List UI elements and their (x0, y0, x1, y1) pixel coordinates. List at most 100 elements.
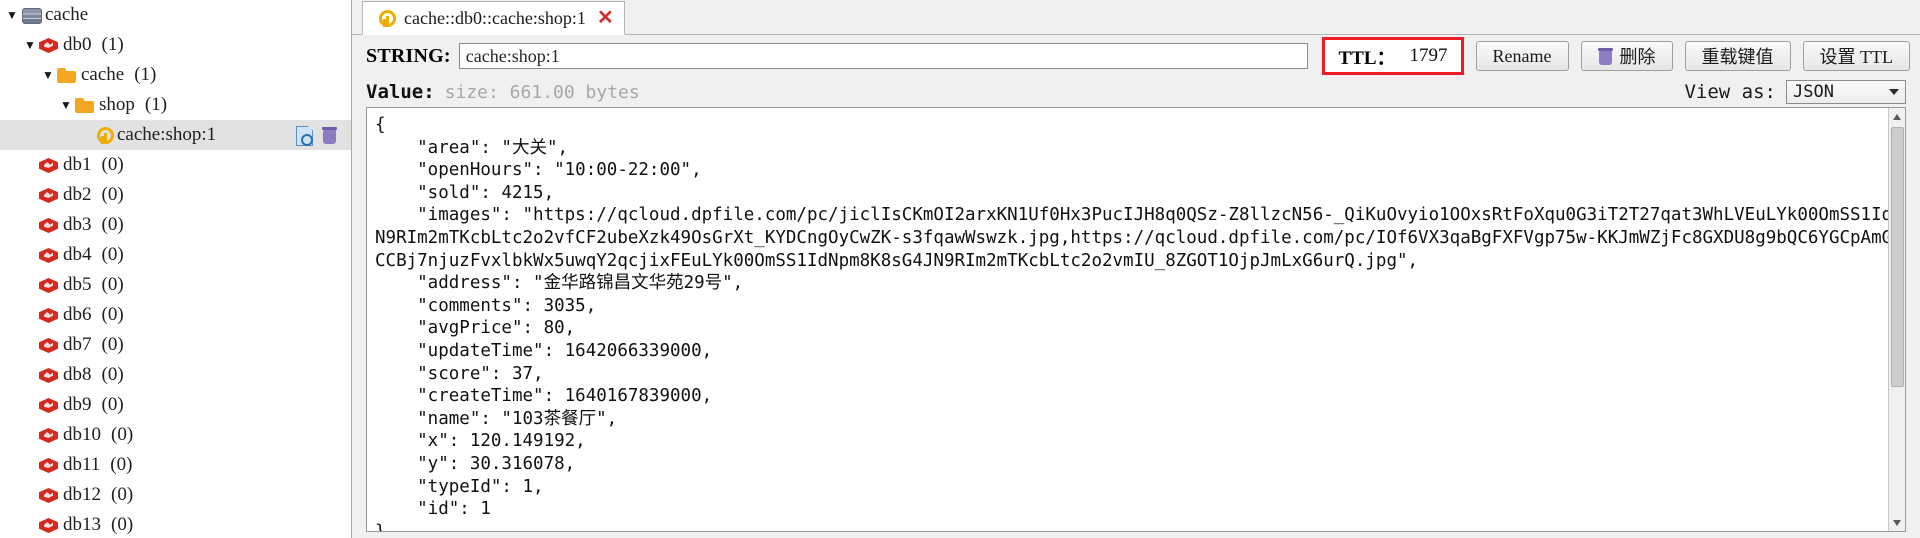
tree-item-shop[interactable]: ▼ shop (1) (0, 90, 351, 120)
tree-item-db2[interactable]: db2 (0) (0, 180, 351, 210)
tree-item-label: db4 (63, 244, 92, 265)
tree-item-label: db1 (63, 154, 92, 175)
tree-item-label: db8 (63, 364, 92, 385)
redis-db-icon (38, 275, 60, 295)
tree-item-cache[interactable]: ▼ cache (1) (0, 60, 351, 90)
tree-item-db1[interactable]: db1 (0) (0, 150, 351, 180)
tree-item-db9[interactable]: db9 (0) (0, 390, 351, 420)
tree-item-label: db13 (63, 514, 101, 535)
tree-item-count: (0) (101, 394, 124, 415)
tree-item-count: (0) (111, 484, 134, 505)
scrollbar-thumb[interactable] (1890, 127, 1904, 387)
disclosure-triangle-icon[interactable]: ▼ (22, 39, 38, 51)
disclosure-triangle-icon[interactable]: ▼ (4, 9, 20, 21)
copy-key-icon[interactable] (295, 125, 313, 146)
tree-item-label: db3 (63, 214, 92, 235)
key-action-buttons: Rename 删除 重载键值 设置 TTL (1464, 41, 1910, 71)
tab-label: cache::db0::cache:shop:1 (404, 7, 586, 28)
tree-row-actions (295, 125, 351, 146)
key-action-button-1[interactable]: 删除 (1580, 41, 1673, 71)
view-as-label: View as: (1684, 81, 1776, 103)
close-icon[interactable]: ✕ (597, 8, 614, 28)
tree-item-db4[interactable]: db4 (0) (0, 240, 351, 270)
value-size-text: size: 661.00 bytes (444, 81, 640, 103)
tree-item-db13[interactable]: db13 (0) (0, 510, 351, 538)
ttl-label: TTL： (1338, 47, 1396, 69)
key-action-button-label: 设置 TTL (1819, 47, 1894, 67)
disclosure-triangle-icon[interactable]: ▼ (40, 69, 56, 81)
tree-item-label: db0 (63, 34, 92, 55)
redis-db-icon (38, 485, 60, 505)
tree-item-count: (1) (101, 34, 124, 55)
tree-item-count: (0) (111, 424, 134, 445)
json-value-text[interactable]: { "area": "大关", "openHours": "10:00-22:0… (367, 108, 1888, 531)
tree-item-db0[interactable]: ▼ db0 (1) (0, 30, 351, 60)
disclosure-triangle-icon[interactable]: ▼ (58, 99, 74, 111)
tree-item-cache-shop-1[interactable]: cache:shop:1 (0, 120, 351, 150)
tree-item-db11[interactable]: db11 (0) (0, 450, 351, 480)
redis-db-icon (38, 305, 60, 325)
redis-db-icon (38, 455, 60, 475)
scroll-down-icon[interactable] (1888, 514, 1905, 531)
tree-item-count: (0) (101, 184, 124, 205)
folder-icon (74, 95, 96, 115)
key-tree-sidebar[interactable]: ▼ cache ▼ db0 (1) ▼ cache (1) ▼ shop (1) cache:shop… (0, 0, 352, 538)
tree-item-db12[interactable]: db12 (0) (0, 480, 351, 510)
tree-item-label: db9 (63, 394, 92, 415)
redis-db-icon (38, 335, 60, 355)
tree-item-label: cache (45, 4, 89, 25)
redis-db-icon (38, 215, 60, 235)
tree-item-label: cache:shop:1 (117, 124, 217, 145)
key-type-label: STRING: (366, 44, 451, 67)
tree-item-db10[interactable]: db10 (0) (0, 420, 351, 450)
key-action-button-label: 删除 (1619, 47, 1656, 67)
tree-item-label: cache (81, 64, 125, 85)
tree-item-db6[interactable]: db6 (0) (0, 300, 351, 330)
tree-item-count: (0) (110, 454, 133, 475)
tree-item-count: (0) (101, 214, 124, 235)
redis-db-icon (38, 425, 60, 445)
tree-item-db8[interactable]: db8 (0) (0, 360, 351, 390)
key-action-button-2[interactable]: 重载键值 (1684, 41, 1791, 71)
tree-item-cache[interactable]: ▼ cache (0, 0, 351, 30)
tree-item-count: (0) (101, 364, 124, 385)
tab-key-editor[interactable]: cache::db0::cache:shop:1 ✕ (362, 1, 625, 35)
main-panel: cache::db0::cache:shop:1 ✕ STRING: cache:… (352, 0, 1920, 538)
tree-item-count: (0) (101, 304, 124, 325)
tree-item-label: db6 (63, 304, 92, 325)
view-as-selected-value: JSON (1793, 82, 1834, 102)
key-icon (374, 8, 396, 28)
tab-strip: cache::db0::cache:shop:1 ✕ (352, 0, 1920, 35)
tree-item-count: (0) (101, 244, 124, 265)
tree-item-count: (1) (144, 94, 168, 115)
redis-db-icon (38, 185, 60, 205)
key-icon (92, 125, 114, 145)
tree-item-db5[interactable]: db5 (0) (0, 270, 351, 300)
key-action-button-3[interactable]: 设置 TTL (1802, 41, 1910, 71)
value-viewer: { "area": "大关", "openHours": "10:00-22:0… (366, 107, 1906, 532)
key-tree: ▼ cache ▼ db0 (1) ▼ cache (1) ▼ shop (1) cache:shop… (0, 0, 351, 538)
redis-db-icon (38, 365, 60, 385)
redis-client-window: ▼ cache ▼ db0 (1) ▼ cache (1) ▼ shop (1) cache:shop… (0, 0, 1920, 538)
scroll-up-icon[interactable] (1888, 108, 1905, 125)
tree-item-count: (0) (101, 334, 124, 355)
tree-item-label: shop (99, 94, 135, 115)
tree-item-label: db5 (63, 274, 92, 295)
tree-item-db3[interactable]: db3 (0) (0, 210, 351, 240)
value-vertical-scrollbar[interactable] (1888, 108, 1905, 531)
value-label: Value: (366, 81, 435, 103)
redis-db-icon (38, 245, 60, 265)
tree-item-label: db7 (63, 334, 92, 355)
key-action-button-label: 重载键值 (1701, 47, 1774, 67)
redis-db-icon (38, 515, 60, 535)
view-as-select[interactable]: JSON (1786, 80, 1906, 104)
key-name-input[interactable]: cache:shop:1 (458, 43, 1309, 69)
server-icon (20, 5, 42, 25)
redis-db-icon (38, 155, 60, 175)
folder-icon (56, 65, 78, 85)
tree-item-count: (1) (134, 64, 157, 85)
tree-item-count: (0) (101, 154, 124, 175)
delete-key-icon[interactable] (322, 126, 337, 145)
tree-item-db7[interactable]: db7 (0) (0, 330, 351, 360)
key-action-button-0[interactable]: Rename (1475, 41, 1569, 71)
